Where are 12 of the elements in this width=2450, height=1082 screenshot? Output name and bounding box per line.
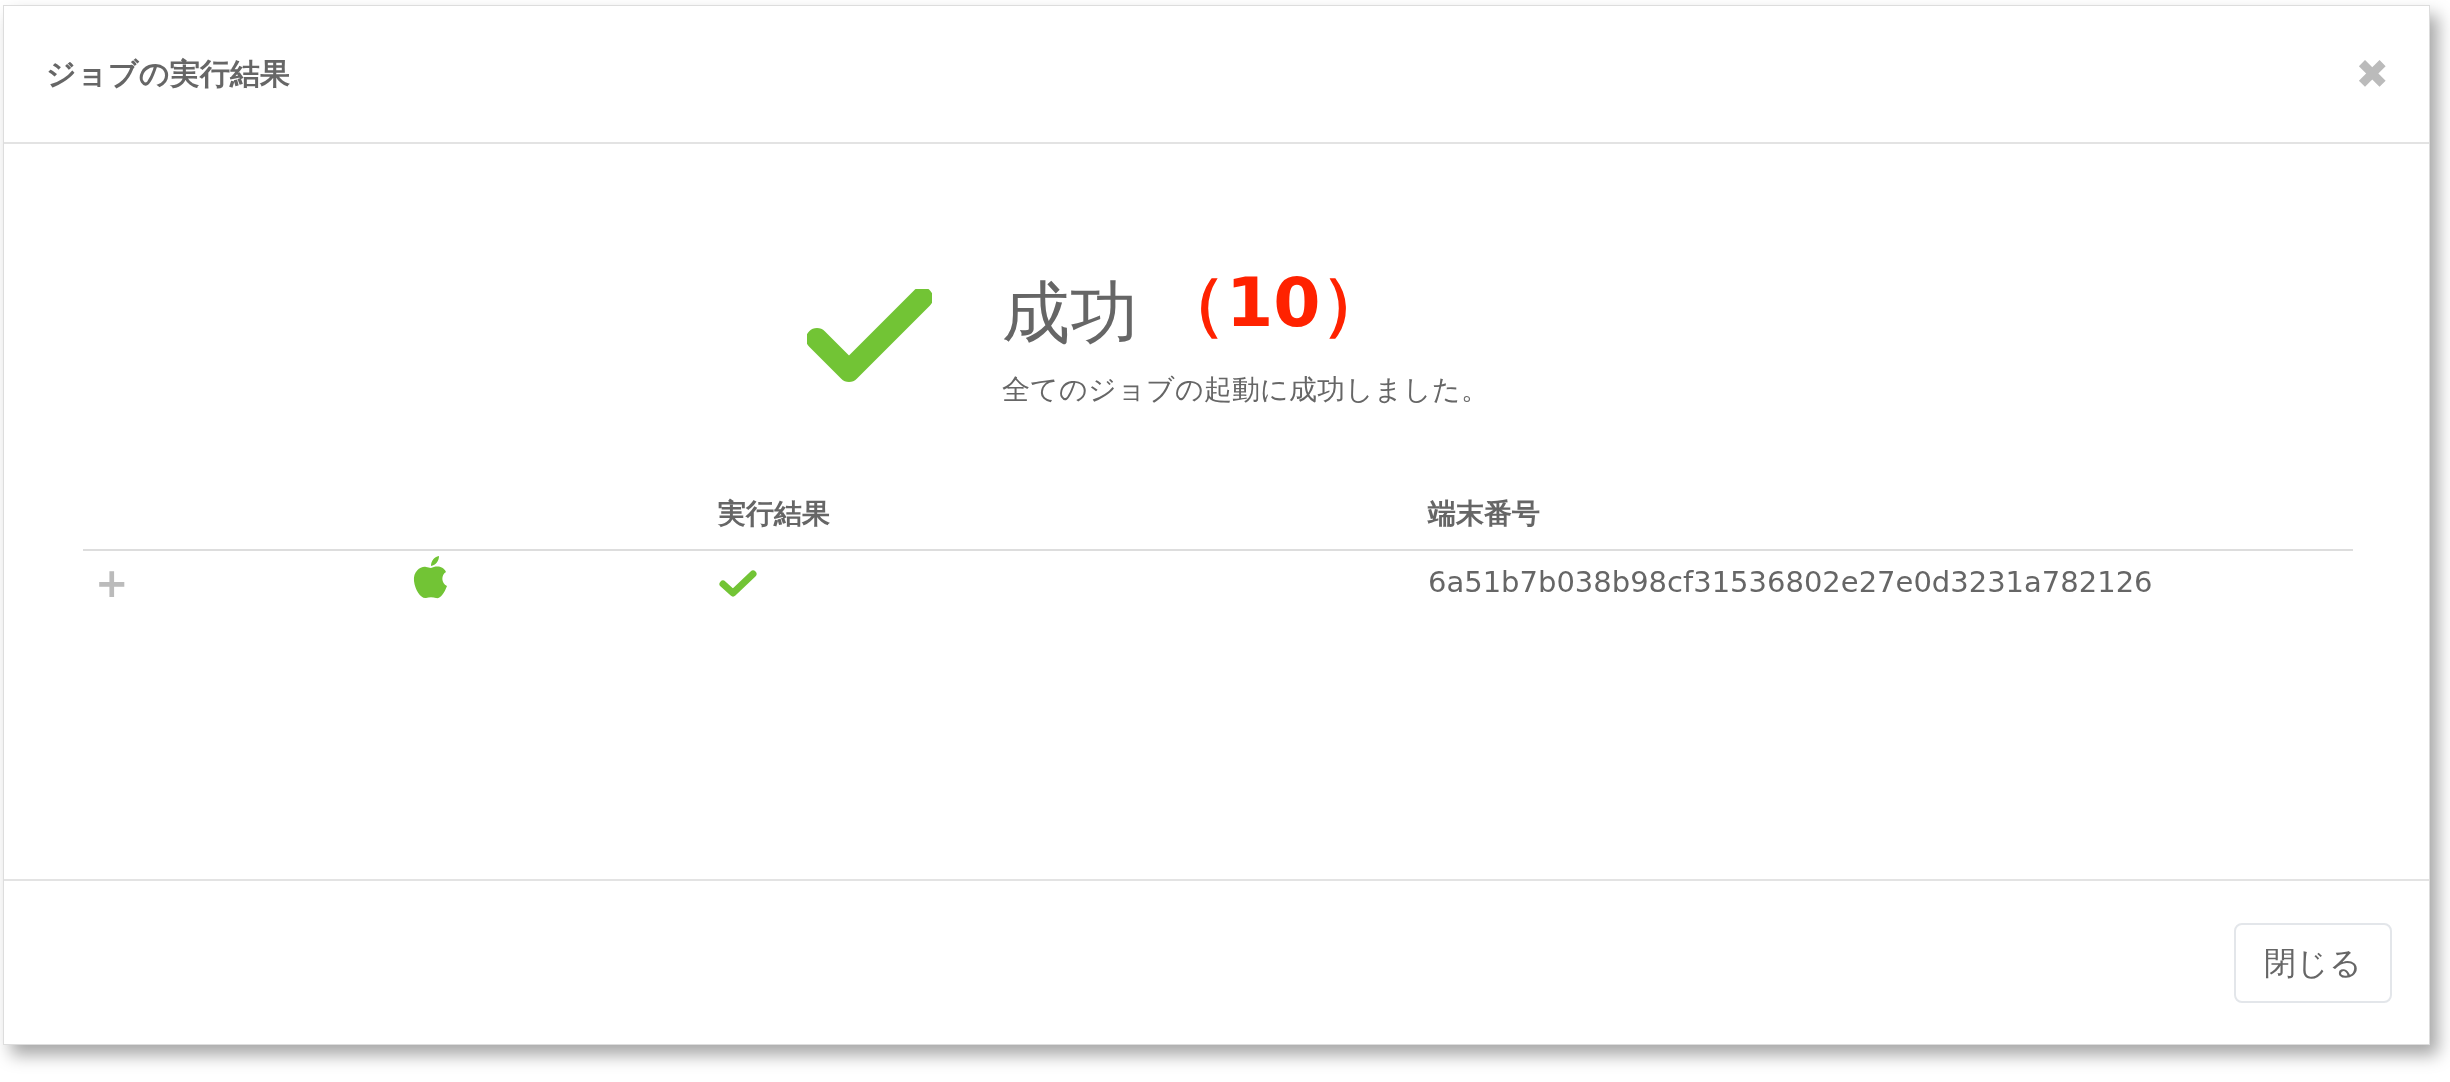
dialog-title: ジョブの実行結果 (46, 56, 290, 92)
column-header: 実行結果 (718, 496, 831, 532)
checkmark-icon (807, 289, 932, 384)
expand-button[interactable]: + (95, 559, 129, 606)
apple-icon (413, 556, 449, 600)
column-header: 端末番号 (1428, 496, 1541, 532)
status-heading: 成功 (1002, 279, 1138, 347)
close-button[interactable]: ✖ (2355, 54, 2389, 94)
status-message: 全てのジョブの起動に成功しました。 (1002, 372, 1489, 408)
success-count: （10） (1158, 269, 1389, 337)
close-button[interactable]: 閉じる (2234, 922, 2392, 1003)
table-cell-text: 6a51b7b038b98cf31536802e27e0d3231a782126 (1428, 564, 2154, 602)
